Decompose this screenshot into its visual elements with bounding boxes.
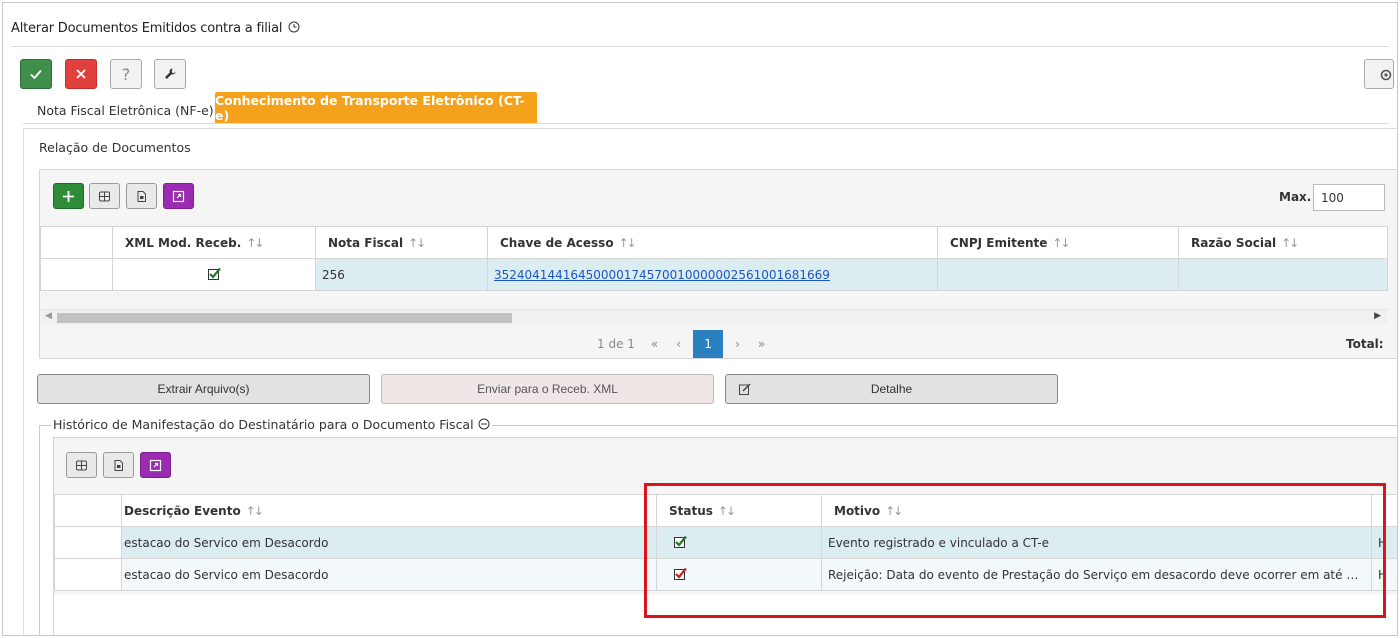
last-page-button[interactable]: » [758, 337, 765, 351]
extract-files-label: Extrair Arquivo(s) [157, 382, 250, 396]
columns-button[interactable] [89, 183, 120, 209]
tools-button[interactable] [154, 59, 186, 89]
sort-icon[interactable]: ↑↓ [1281, 236, 1299, 250]
column-header-xml[interactable]: XML Mod. Receb. ↑↓ [112, 226, 316, 259]
send-to-xml-button[interactable]: Enviar para o Receb. XML [381, 374, 714, 404]
grid-icon [76, 460, 87, 470]
expand-icon [172, 190, 185, 202]
sort-icon[interactable]: ↑↓ [619, 236, 637, 250]
table-header-row: XML Mod. Receb. ↑↓ Nota Fiscal ↑↓ Chave de… [40, 226, 1388, 259]
column-header-descricao[interactable]: Descrição Evento ↑↓ [121, 494, 657, 527]
edit-icon [739, 383, 751, 395]
column-header-razao-social[interactable]: Razão Social ↑↓ [1178, 226, 1388, 259]
tab-cte[interactable]: Conhecimento de Transporte Eletrônico (C… [215, 92, 537, 123]
send-to-xml-label: Enviar para o Receb. XML [477, 382, 618, 396]
close-icon [76, 69, 86, 79]
page-info: 1 de 1 [597, 337, 635, 351]
title-divider [11, 46, 1389, 47]
history-legend: Histórico de Manifestação do Destinatári… [51, 417, 492, 432]
cnpj-emitente-cell [937, 258, 1179, 291]
history-title: Histórico de Manifestação do Destinatári… [53, 417, 474, 432]
expand-button[interactable] [163, 183, 194, 209]
max-label: Max. [1279, 190, 1312, 204]
horizontal-scrollbar[interactable]: ◀ ▶ [41, 309, 1387, 325]
max-records-input[interactable] [1313, 184, 1385, 211]
nota-fiscal-cell: 256 [315, 258, 488, 291]
detail-label: Detalhe [870, 382, 913, 396]
tabs-divider [23, 123, 1389, 124]
total-label: Total: [1346, 337, 1384, 351]
detail-button[interactable]: Detalhe [725, 374, 1058, 404]
chave-acesso-cell: 3524041441645000017457001000000256100168… [487, 258, 938, 291]
page-title: Alterar Documentos Emitidos contra a fil… [11, 21, 300, 36]
tab-nfe[interactable]: Nota Fiscal Eletrônica (NF-e) [37, 103, 214, 118]
column-header-nota-fiscal[interactable]: Nota Fiscal ↑↓ [315, 226, 488, 259]
clock-icon[interactable] [288, 21, 300, 33]
sort-icon[interactable]: ↑↓ [408, 236, 426, 250]
wrench-icon [165, 68, 176, 79]
page-title-text: Alterar Documentos Emitidos contra a fil… [11, 21, 283, 36]
add-button[interactable] [53, 183, 84, 209]
plus-icon [63, 190, 74, 202]
sort-icon[interactable]: ↑↓ [1052, 236, 1070, 250]
history-columns-button[interactable] [66, 452, 97, 478]
documents-table: XML Mod. Receb. ↑↓ Nota Fiscal ↑↓ Chave de… [40, 226, 1388, 291]
sort-icon[interactable]: ↑↓ [246, 504, 264, 518]
history-expand-button[interactable] [140, 452, 171, 478]
column-header-select [54, 494, 122, 527]
expand-icon [149, 459, 162, 471]
scroll-right-icon[interactable]: ▶ [1374, 311, 1381, 321]
row-select-cell[interactable] [54, 526, 122, 559]
table-row[interactable]: 256 352404144164500001745700100000025610… [40, 258, 1388, 291]
extract-files-button[interactable]: Extrair Arquivo(s) [37, 374, 370, 404]
column-header-select [40, 226, 113, 259]
column-header-cnpj[interactable]: CNPJ Emitente ↑↓ [937, 226, 1179, 259]
scroll-left-icon[interactable]: ◀ [45, 311, 52, 321]
section-title-documents: Relação de Documentos [39, 140, 191, 155]
row-select-cell[interactable] [40, 258, 113, 291]
row-select-cell[interactable] [54, 558, 122, 591]
help-icon: ? [121, 64, 131, 84]
highlight-box [644, 483, 1386, 618]
document-icon [137, 190, 146, 202]
window: Alterar Documentos Emitidos contra a fil… [2, 2, 1398, 636]
document-icon [114, 459, 123, 471]
settings-button[interactable] [1364, 59, 1394, 89]
check-icon [30, 69, 42, 80]
next-page-button[interactable]: › [735, 337, 740, 351]
chave-acesso-link[interactable]: 3524041441645000017457001000000256100168… [494, 268, 830, 282]
collapse-icon[interactable] [478, 418, 490, 430]
prev-page-button[interactable]: ‹ [676, 337, 681, 351]
descricao-cell: estacao do Servico em Desacordo [121, 558, 657, 591]
checkbox-checked-icon [207, 267, 221, 280]
column-header-chave[interactable]: Chave de Acesso ↑↓ [487, 226, 938, 259]
confirm-button[interactable] [20, 59, 52, 89]
page-button-current[interactable]: 1 [693, 330, 724, 358]
grid-icon [99, 191, 110, 201]
first-page-button[interactable]: « [651, 337, 658, 351]
history-export-button[interactable] [103, 452, 134, 478]
scrollbar-thumb[interactable] [57, 313, 512, 323]
xml-mod-receb-cell [112, 258, 316, 291]
gear-icon [1380, 69, 1392, 81]
razao-social-cell [1178, 258, 1388, 291]
descricao-cell: estacao do Servico em Desacordo [121, 526, 657, 559]
sort-icon[interactable]: ↑↓ [246, 236, 264, 250]
export-button[interactable] [126, 183, 157, 209]
pagination: 1 de 1 « ‹ 1 › » [597, 330, 775, 358]
help-button[interactable]: ? [110, 59, 142, 89]
cancel-button[interactable] [65, 59, 97, 89]
